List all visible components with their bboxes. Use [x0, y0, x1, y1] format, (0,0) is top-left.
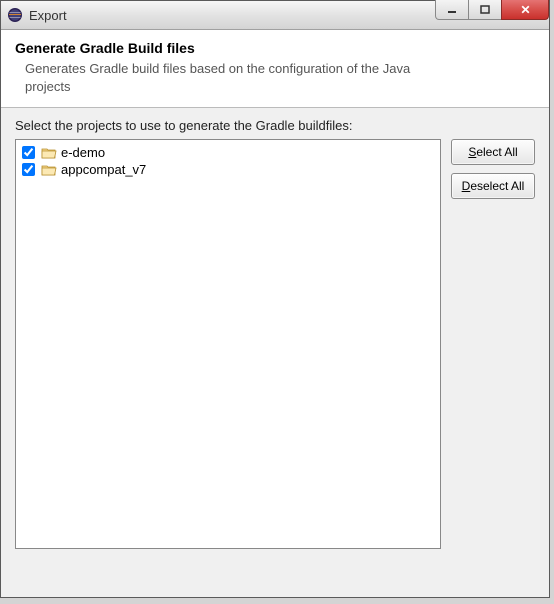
wizard-banner: Generate Gradle Build files Generates Gr…: [1, 30, 549, 108]
project-selection-row: e-demo appcompat_v7 Select All: [15, 139, 535, 549]
banner-description: Generates Gradle build files based on th…: [25, 60, 415, 95]
minimize-button[interactable]: [435, 0, 469, 20]
close-button[interactable]: [501, 0, 549, 20]
window-controls: [436, 0, 549, 20]
project-checkbox[interactable]: [22, 146, 35, 159]
selection-buttons: Select All Deselect All: [451, 139, 535, 199]
banner-heading: Generate Gradle Build files: [15, 40, 535, 56]
project-folder-icon: [41, 163, 57, 177]
titlebar: Export: [1, 1, 549, 30]
project-label: e-demo: [61, 145, 105, 160]
project-checkbox[interactable]: [22, 163, 35, 176]
export-dialog: Export Generate Gradle Build files Gener…: [0, 0, 550, 598]
list-item[interactable]: appcompat_v7: [20, 161, 436, 178]
list-item[interactable]: e-demo: [20, 144, 436, 161]
maximize-button[interactable]: [468, 0, 502, 20]
content-area: Select the projects to use to generate t…: [1, 108, 549, 559]
project-list[interactable]: e-demo appcompat_v7: [15, 139, 441, 549]
project-label: appcompat_v7: [61, 162, 146, 177]
project-folder-icon: [41, 146, 57, 160]
deselect-all-button[interactable]: Deselect All: [451, 173, 535, 199]
select-all-button[interactable]: Select All: [451, 139, 535, 165]
selection-instruction: Select the projects to use to generate t…: [15, 118, 535, 133]
eclipse-icon: [7, 7, 23, 23]
